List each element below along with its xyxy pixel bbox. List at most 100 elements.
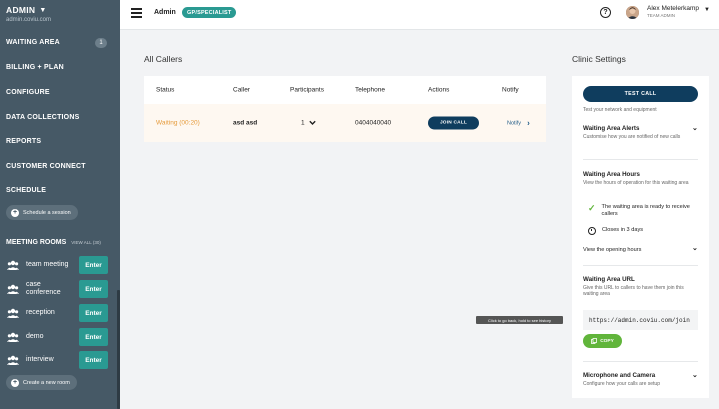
- group-icon: [6, 353, 20, 367]
- chevron-down-icon[interactable]: ▼: [704, 7, 710, 13]
- room-name: team meeting: [26, 261, 69, 268]
- url-title: Waiting Area URL: [583, 276, 635, 283]
- hours-desc: View the hours of operation for this wai…: [583, 180, 689, 186]
- opening-hours-link[interactable]: View the opening hours: [583, 247, 641, 253]
- enter-room-button[interactable]: Enter: [79, 256, 108, 274]
- topbar: Admin GP/SPECIALIST ? Alex Metelerkamp T…: [120, 0, 719, 30]
- check-icon: ✓: [588, 203, 596, 213]
- enter-room-button[interactable]: Enter: [79, 304, 108, 322]
- participants-value: 1: [301, 119, 305, 127]
- create-room-button[interactable]: + Create a new room: [6, 375, 77, 390]
- nav-data-collections[interactable]: DATA COLLECTIONS: [6, 114, 79, 121]
- chevron-right-icon: ›: [527, 118, 530, 128]
- chevron-down-icon[interactable]: ⌄: [692, 124, 698, 132]
- nav-billing-plan[interactable]: BILLING + PLAN: [6, 64, 64, 71]
- room-name: reception: [26, 309, 55, 316]
- clinic-settings-panel: TEST CALL Test your network and equipmen…: [572, 76, 709, 398]
- test-call-desc: Test your network and equipment: [583, 107, 657, 113]
- nav-customer-connect[interactable]: CUSTOMER CONNECT: [6, 163, 86, 170]
- mic-camera-title[interactable]: Microphone and Camera: [583, 372, 655, 379]
- group-icon: [6, 258, 20, 272]
- test-call-button[interactable]: TEST CALL: [583, 86, 698, 102]
- mic-camera-desc: Configure how your calls are setup: [583, 381, 660, 387]
- section-label: Admin: [154, 9, 176, 16]
- caller-status: Waiting (00:20): [156, 119, 200, 127]
- col-participants: Participants: [290, 86, 324, 94]
- col-actions: Actions: [428, 86, 450, 94]
- nav-schedule[interactable]: SCHEDULE: [6, 187, 46, 194]
- user-name[interactable]: Alex Metelerkamp: [647, 5, 699, 12]
- group-icon: [6, 330, 20, 344]
- org-header[interactable]: ADMIN ▼ admin.coviu.com: [6, 5, 51, 23]
- chevron-down-icon: [308, 120, 316, 125]
- closes-status: Closes in 3 days: [588, 227, 643, 235]
- user-role: TEAM ADMIN: [647, 13, 676, 18]
- plus-icon: +: [11, 208, 19, 217]
- avatar[interactable]: [626, 6, 639, 19]
- nav-configure[interactable]: CONFIGURE: [6, 89, 50, 96]
- room-name: demo: [26, 333, 44, 340]
- group-icon: [6, 306, 20, 320]
- divider: [583, 265, 698, 266]
- room-item: team meeting Enter: [6, 255, 108, 275]
- waiting-count-badge: 1: [95, 38, 107, 48]
- chevron-down-icon[interactable]: ⌄: [692, 244, 698, 252]
- clock-icon: [588, 227, 596, 235]
- sidebar-scrollbar[interactable]: [117, 290, 120, 409]
- table-header: Status Caller Participants Telephone Act…: [144, 76, 546, 104]
- table-row: Waiting (00:20) asd asd 1 0404040040 JOI…: [144, 104, 546, 142]
- notify-label: Notify: [507, 120, 522, 126]
- room-item: interview Enter: [6, 350, 108, 370]
- caller-telephone: 0404040040: [355, 119, 392, 127]
- divider: [583, 361, 698, 362]
- org-title: ADMIN: [6, 5, 36, 15]
- notify-link[interactable]: Notify ›: [507, 119, 530, 128]
- nav-reports[interactable]: REPORTS: [6, 138, 41, 145]
- callers-title: All Callers: [144, 54, 183, 64]
- copy-url-button[interactable]: COPY: [583, 334, 622, 348]
- enter-room-button[interactable]: Enter: [79, 328, 108, 346]
- schedule-session-button[interactable]: + Schedule a session: [6, 205, 78, 220]
- enter-room-button[interactable]: Enter: [79, 280, 108, 298]
- back-tooltip: Click to go back, hold to see history: [476, 316, 563, 324]
- col-caller: Caller: [233, 86, 250, 94]
- room-name: interview: [26, 356, 54, 363]
- copy-label: COPY: [600, 338, 614, 344]
- participants-select[interactable]: 1: [301, 120, 316, 127]
- alerts-title[interactable]: Waiting Area Alerts: [583, 125, 639, 132]
- room-name: case conference: [26, 281, 61, 296]
- sidebar: ADMIN ▼ admin.coviu.com WAITING AREA 1 BI…: [0, 0, 120, 409]
- enter-room-button[interactable]: Enter: [79, 351, 108, 369]
- meeting-rooms-header: MEETING ROOMS VIEW ALL (30): [6, 239, 101, 246]
- url-desc: Give this URL to callers to have them jo…: [583, 285, 684, 297]
- join-call-button[interactable]: JOIN CALL: [428, 116, 479, 130]
- ready-status: ✓ The waiting area is ready to receive c…: [588, 204, 692, 218]
- help-icon[interactable]: ?: [600, 7, 611, 18]
- alerts-desc: Customise how you are notified of new ca…: [583, 134, 681, 140]
- org-domain: admin.coviu.com: [6, 17, 52, 23]
- callers-table: Status Caller Participants Telephone Act…: [144, 76, 546, 142]
- plus-icon: +: [11, 378, 19, 387]
- caret-down-icon: ▼: [39, 6, 47, 14]
- waiting-area-url[interactable]: https://admin.coviu.com/join: [583, 310, 698, 330]
- group-icon: [6, 282, 20, 296]
- copy-icon: [591, 338, 598, 344]
- menu-icon[interactable]: [131, 8, 142, 18]
- col-notify: Notify: [502, 86, 519, 94]
- room-item: case conference Enter: [6, 279, 108, 299]
- room-item: reception Enter: [6, 303, 108, 323]
- hours-title: Waiting Area Hours: [583, 171, 640, 178]
- view-all-link[interactable]: VIEW ALL (30): [71, 240, 101, 245]
- ready-text: The waiting area is ready to receive cal…: [601, 204, 690, 217]
- meeting-rooms-title: MEETING ROOMS: [6, 239, 67, 246]
- schedule-session-label: Schedule a session: [23, 209, 71, 216]
- role-badge[interactable]: GP/SPECIALIST: [182, 7, 237, 18]
- col-telephone: Telephone: [355, 86, 385, 94]
- caller-name: asd asd: [233, 119, 258, 127]
- nav-waiting-area[interactable]: WAITING AREA: [6, 39, 60, 46]
- divider: [583, 159, 698, 160]
- create-room-label: Create a new room: [23, 379, 70, 386]
- chevron-down-icon[interactable]: ⌄: [692, 371, 698, 379]
- closes-text: Closes in 3 days: [602, 227, 644, 233]
- room-item: demo Enter: [6, 327, 108, 347]
